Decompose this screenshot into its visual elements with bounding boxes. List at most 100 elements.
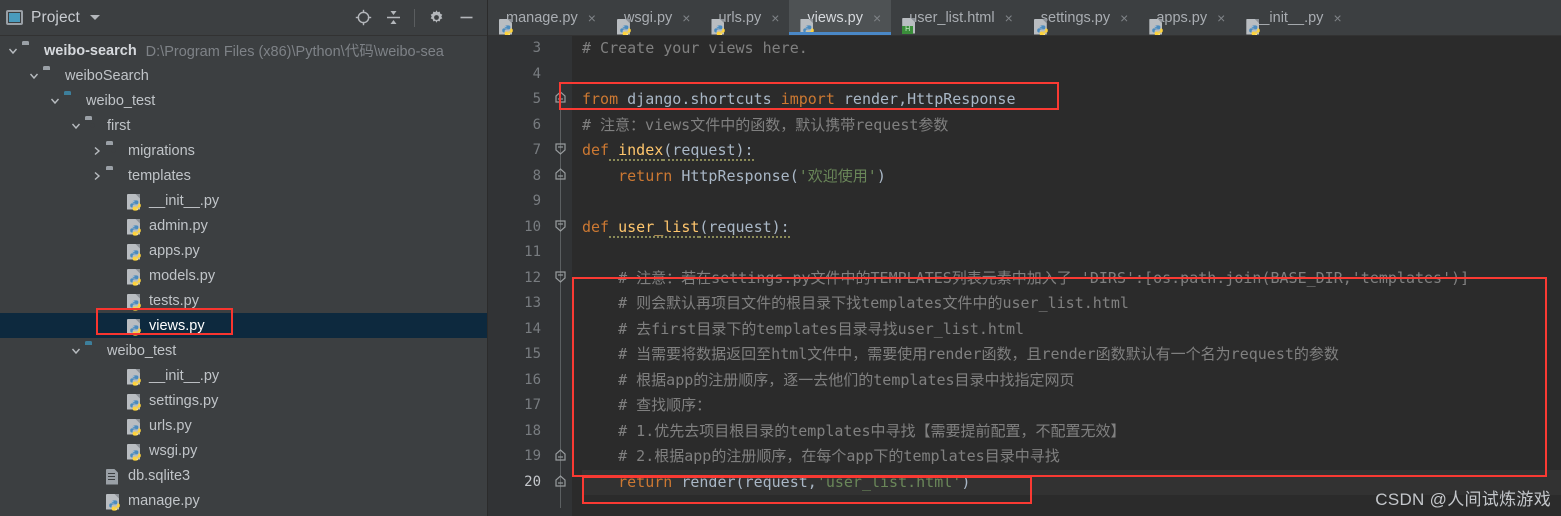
line-number-10: 10 bbox=[524, 218, 541, 235]
code-editor[interactable]: 3 4 5 6 7 8 9 10 11 12 13 14 15 16 17 18 19 20 bbox=[488, 36, 1561, 516]
keyword-return: return bbox=[582, 166, 673, 185]
function-name-user-list: user_list bbox=[609, 217, 700, 238]
fold-marker-line20[interactable] bbox=[553, 474, 568, 489]
tree-item-templates[interactable]: templates bbox=[0, 163, 487, 188]
chevron-down-icon[interactable] bbox=[69, 119, 83, 133]
editor-tab-urls-py[interactable]: urls.py × bbox=[700, 0, 789, 35]
chevron-down-icon[interactable] bbox=[89, 15, 100, 20]
tree-item--init-py[interactable]: __init__.py bbox=[0, 188, 487, 213]
tab-close-icon[interactable]: × bbox=[1120, 11, 1128, 25]
tree-item-manage-py[interactable]: manage.py bbox=[0, 488, 487, 513]
tree-item-apps-py[interactable]: apps.py bbox=[0, 238, 487, 263]
line-number-3: 3 bbox=[532, 40, 541, 56]
fold-marker-line7[interactable] bbox=[553, 141, 568, 156]
code-line-17[interactable]: # 查找顺序： bbox=[582, 393, 1561, 419]
tree-item-weibo-search[interactable]: weibo-search D:\Program Files (x86)\Pytho… bbox=[0, 38, 487, 63]
minimize-icon[interactable] bbox=[457, 9, 475, 27]
tree-item-tests-py[interactable]: tests.py bbox=[0, 288, 487, 313]
tree-item-first[interactable]: first bbox=[0, 113, 487, 138]
tree-item-wsgi-py[interactable]: wsgi.py bbox=[0, 438, 487, 463]
code-line-6[interactable]: # 注意：views文件中的函数，默认携带request参数 bbox=[582, 113, 1561, 139]
editor-tab-views-py[interactable]: views.py × bbox=[789, 0, 892, 35]
gear-icon[interactable] bbox=[427, 9, 445, 27]
tree-item-label: weibo_test bbox=[107, 342, 177, 359]
code-line-13[interactable]: # 则会默认再项目文件的根目录下找templates文件中的user_list.… bbox=[582, 291, 1561, 317]
tab-close-icon[interactable]: × bbox=[1005, 11, 1013, 25]
tab-close-icon[interactable]: × bbox=[682, 11, 690, 25]
project-file-tree[interactable]: weibo-search D:\Program Files (x86)\Pytho… bbox=[0, 36, 487, 516]
tree-item-icon bbox=[43, 68, 60, 84]
code-line-18[interactable]: # 1.优先去项目根目录的templates中寻找【需要提前配置，不配置无效】 bbox=[582, 419, 1561, 445]
line-number-11: 11 bbox=[524, 244, 541, 260]
fold-marker-line19[interactable] bbox=[553, 448, 568, 463]
tab-close-icon[interactable]: × bbox=[1333, 11, 1341, 25]
code-line-7[interactable]: def index(request): bbox=[582, 138, 1561, 164]
tree-item-icon bbox=[22, 43, 39, 59]
code-line-15[interactable]: # 当需要将数据返回至html文件中，需要使用render函数，且render函… bbox=[582, 342, 1561, 368]
tree-item-label: apps.py bbox=[149, 242, 200, 259]
tree-item-admin-py[interactable]: admin.py bbox=[0, 213, 487, 238]
code-line-5[interactable]: from django.shortcuts import render,Http… bbox=[582, 87, 1561, 113]
tab-close-icon[interactable]: × bbox=[873, 11, 881, 25]
editor-tab-settings-py[interactable]: settings.py × bbox=[1023, 0, 1139, 35]
call-httpresponse: HttpResponse( bbox=[672, 166, 799, 185]
code-line-3[interactable]: # Create your views here. bbox=[582, 36, 1561, 62]
code-line-16[interactable]: # 根据app的注册顺序，逐一去他们的templates目录中找指定网页 bbox=[582, 368, 1561, 394]
editor-tab-wsgi-py[interactable]: wsgi.py × bbox=[606, 0, 701, 35]
tab-close-icon[interactable]: × bbox=[588, 11, 596, 25]
tree-item-weibo-test[interactable]: weibo_test bbox=[0, 338, 487, 363]
code-line-14[interactable]: # 去first目录下的templates目录寻找user_list.html bbox=[582, 317, 1561, 343]
tree-item-label: weiboSearch bbox=[65, 67, 149, 84]
tree-item-label: __init__.py bbox=[149, 192, 220, 209]
tree-item-icon bbox=[127, 418, 144, 436]
code-line-4[interactable] bbox=[582, 62, 1561, 88]
chevron-right-icon[interactable] bbox=[90, 144, 104, 158]
tree-item-migrations[interactable]: migrations bbox=[0, 138, 487, 163]
line-number-20: 20 bbox=[488, 469, 550, 495]
editor-tab-user-list-html[interactable]: Huser_list.html × bbox=[891, 0, 1023, 35]
tree-item-db-sqlite3[interactable]: db.sqlite3 bbox=[0, 463, 487, 488]
code-comment: # 2.根据app的注册顺序，在每个app下的templates目录中寻找 bbox=[582, 447, 1060, 465]
project-title-group[interactable]: Project bbox=[6, 9, 100, 27]
code-line-10[interactable]: def user_list(request): bbox=[582, 215, 1561, 241]
collapse-all-icon[interactable] bbox=[384, 9, 402, 27]
code-line-12[interactable]: # 注意：若在settings.py文件中的TEMPLATES列表元素中加入了 … bbox=[582, 266, 1561, 292]
tree-item-models-py[interactable]: models.py bbox=[0, 263, 487, 288]
code-content[interactable]: # Create your views here. from django.sho… bbox=[572, 36, 1561, 516]
tab-close-icon[interactable]: × bbox=[1217, 11, 1225, 25]
keyword-def: def bbox=[582, 141, 610, 159]
tree-item-icon bbox=[127, 393, 144, 411]
fold-marker-line5[interactable] bbox=[553, 90, 568, 105]
code-line-8[interactable]: return HttpResponse('欢迎使用') bbox=[582, 164, 1561, 190]
tree-item-urls-py[interactable]: urls.py bbox=[0, 413, 487, 438]
fold-marker-line12[interactable] bbox=[553, 269, 568, 284]
tree-item--init-py[interactable]: __init__.py bbox=[0, 363, 487, 388]
tab-close-icon[interactable]: × bbox=[771, 11, 779, 25]
tree-item-weibosearch[interactable]: weiboSearch bbox=[0, 63, 487, 88]
editor-tab-manage-py[interactable]: manage.py × bbox=[488, 0, 606, 35]
code-comment: # 去first目录下的templates目录寻找user_list.html bbox=[582, 319, 1025, 338]
locate-icon[interactable] bbox=[354, 9, 372, 27]
tree-item-settings-py[interactable]: settings.py bbox=[0, 388, 487, 413]
fold-marker-line10[interactable] bbox=[553, 218, 568, 233]
code-line-19[interactable]: # 2.根据app的注册顺序，在每个app下的templates目录中寻找 bbox=[582, 444, 1561, 470]
chevron-down-icon[interactable] bbox=[48, 94, 62, 108]
chevron-right-icon[interactable] bbox=[90, 169, 104, 183]
fold-marker-line8[interactable] bbox=[553, 167, 568, 182]
project-panel-title: Project bbox=[31, 8, 80, 26]
tab-label: views.py bbox=[807, 9, 863, 26]
code-line-9[interactable] bbox=[582, 189, 1561, 215]
tree-item-views-py[interactable]: views.py bbox=[0, 313, 487, 338]
code-folding-column[interactable] bbox=[550, 36, 572, 516]
tree-item-weibo-test[interactable]: weibo_test bbox=[0, 88, 487, 113]
function-params: (request): bbox=[663, 141, 754, 161]
editor-tab-apps-py[interactable]: apps.py × bbox=[1138, 0, 1235, 35]
line-number-19: 19 bbox=[524, 448, 541, 464]
editor-tab--init-py[interactable]: __init__.py × bbox=[1235, 0, 1351, 35]
code-comment: # 根据app的注册顺序，逐一去他们的templates目录中找指定网页 bbox=[582, 370, 1075, 389]
code-line-11[interactable] bbox=[582, 240, 1561, 266]
chevron-down-icon[interactable] bbox=[6, 44, 20, 58]
chevron-down-icon[interactable] bbox=[27, 69, 41, 83]
chevron-down-icon[interactable] bbox=[69, 344, 83, 358]
editor-tab-bar[interactable]: manage.py × wsgi.py × urls.py × views.py × Huser… bbox=[488, 0, 1561, 36]
